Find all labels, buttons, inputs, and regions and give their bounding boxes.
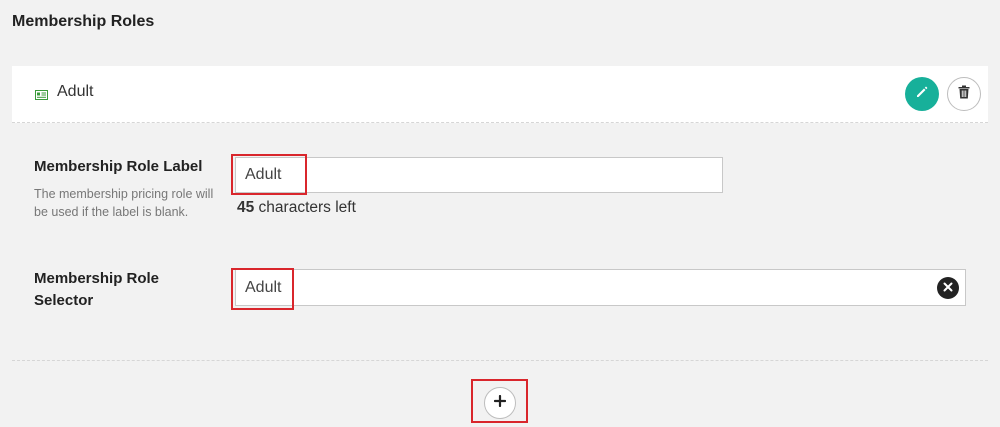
role-label-input[interactable]: Adult — [235, 157, 723, 193]
role-name: Adult — [57, 83, 94, 100]
clear-selection-button[interactable] — [937, 277, 959, 299]
plus-icon — [493, 394, 507, 412]
role-selector-field-label: Membership Role Selector — [34, 270, 160, 309]
pencil-icon — [915, 85, 929, 104]
role-label-help-text: The membership pricing role will be used… — [34, 187, 214, 219]
edit-role-button[interactable] — [905, 77, 939, 111]
characters-left-count: 45 — [237, 199, 255, 216]
delete-role-button[interactable] — [947, 77, 981, 111]
role-label-input-value: Adult — [245, 166, 282, 183]
role-selector-input-value: Adult — [245, 279, 282, 296]
role-header: Adult — [12, 66, 988, 123]
section-divider — [12, 360, 988, 361]
id-card-icon — [35, 87, 48, 100]
characters-left-text: characters left — [254, 199, 356, 216]
role-selector-input[interactable]: Adult — [235, 269, 966, 306]
trash-icon — [958, 85, 970, 104]
add-role-button[interactable] — [484, 387, 516, 419]
section-title: Membership Roles — [12, 13, 155, 30]
clear-x-icon — [943, 279, 953, 297]
role-label-field-label: Membership Role Label — [34, 158, 203, 175]
characters-left-counter: 45 characters left — [237, 199, 356, 217]
